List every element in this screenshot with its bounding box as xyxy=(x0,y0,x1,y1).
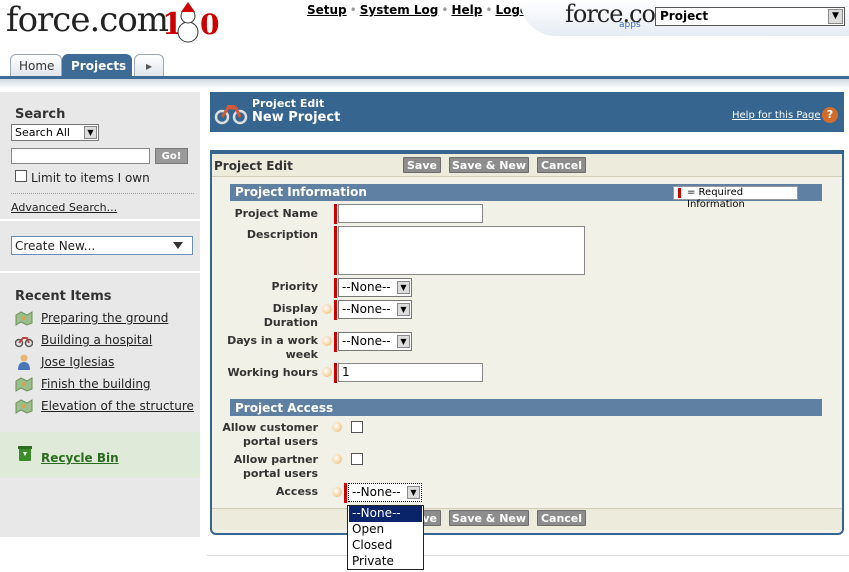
divider xyxy=(11,193,194,194)
tab-projects[interactable]: Projects xyxy=(62,54,132,77)
required-marker xyxy=(334,300,337,320)
help-link[interactable]: Help xyxy=(451,3,482,17)
motorcycle-icon xyxy=(214,105,248,125)
recent-items-title: Recent Items xyxy=(15,289,112,304)
working-hours-label: Working hours xyxy=(227,366,318,379)
chevron-down-icon: ▼ xyxy=(84,126,97,139)
help-hint-icon[interactable] xyxy=(322,304,332,314)
top-links: Setup • System Log • Help • Logout xyxy=(307,3,543,17)
save-new-button[interactable]: Save & New xyxy=(449,157,529,173)
svg-text:0: 0 xyxy=(200,8,219,41)
help-icon[interactable]: ? xyxy=(822,107,838,123)
required-marker xyxy=(334,226,337,275)
dropdown-option[interactable]: Closed xyxy=(349,538,422,554)
go-button[interactable]: Go! xyxy=(155,148,188,164)
system-log-link[interactable]: System Log xyxy=(360,3,439,17)
help-hint-icon[interactable] xyxy=(332,487,342,497)
required-legend: = Required Information xyxy=(673,186,798,210)
limit-items-checkbox[interactable] xyxy=(15,170,27,182)
chevron-down-icon: ▼ xyxy=(828,9,843,24)
allow-customer-checkbox[interactable] xyxy=(351,421,363,433)
required-marker xyxy=(334,332,337,352)
app-selector[interactable]: Project ▼ xyxy=(655,7,845,26)
required-marker xyxy=(334,363,337,383)
allow-partner-checkbox[interactable] xyxy=(351,453,363,465)
map-icon xyxy=(15,399,33,414)
days-in-week-label: Days in a work week xyxy=(227,334,318,361)
setup-link[interactable]: Setup xyxy=(307,3,347,17)
help-hint-icon[interactable] xyxy=(322,336,332,346)
chevron-down-icon: ▼ xyxy=(397,335,410,348)
motorcycle-icon xyxy=(15,337,33,348)
access-dropdown-list: --None-- Open Closed Private xyxy=(347,505,424,570)
search-input[interactable] xyxy=(11,148,150,164)
dropdown-option[interactable]: Open xyxy=(349,522,422,538)
display-duration-select[interactable]: --None-- ▼ xyxy=(338,300,412,319)
divider xyxy=(0,271,200,273)
project-name-label: Project Name xyxy=(234,207,318,220)
required-marker xyxy=(334,204,337,224)
tab-more-arrow[interactable]: ▸ xyxy=(134,54,164,77)
dropdown-arrow-icon xyxy=(173,242,183,249)
days-in-week-select[interactable]: --None-- ▼ xyxy=(338,332,412,351)
required-marker xyxy=(334,278,337,298)
search-title: Search xyxy=(15,107,66,122)
access-label: Access xyxy=(275,485,318,498)
cancel-button[interactable]: Cancel xyxy=(537,510,586,526)
person-icon xyxy=(18,354,30,370)
description-label: Description xyxy=(246,228,318,241)
create-new-select[interactable]: Create New... xyxy=(11,236,193,255)
working-hours-input[interactable]: 1 xyxy=(338,363,483,382)
map-icon xyxy=(15,377,33,392)
required-marker xyxy=(344,483,347,503)
priority-select[interactable]: --None-- ▼ xyxy=(338,278,412,297)
save-new-button[interactable]: Save & New xyxy=(449,510,529,526)
map-icon xyxy=(15,311,33,326)
anniversary-snowman-logo: 1 0 xyxy=(162,2,219,43)
header-shadow xyxy=(0,79,849,89)
section-title: Project Information xyxy=(235,185,367,199)
chevron-down-icon: ▼ xyxy=(397,303,410,316)
priority-label: Priority xyxy=(271,280,318,293)
recycle-bin-icon xyxy=(18,446,32,461)
help-for-page-link[interactable]: Help for this Page xyxy=(732,110,821,121)
help-hint-icon[interactable] xyxy=(332,422,342,432)
help-hint-icon[interactable] xyxy=(332,454,342,464)
access-select[interactable]: --None-- ▼ xyxy=(348,483,422,502)
force-logo[interactable]: force.com xyxy=(6,0,169,40)
divider xyxy=(0,219,200,221)
recycle-bin-link[interactable]: Recycle Bin xyxy=(41,451,119,465)
required-marker xyxy=(678,188,681,198)
footer-divider xyxy=(207,555,849,556)
allow-customer-label: Allow customer portal users xyxy=(222,421,318,448)
apps-label: apps xyxy=(619,20,641,30)
save-button[interactable]: Save xyxy=(403,157,441,173)
limit-items-label: Limit to items I own xyxy=(31,171,150,185)
allow-partner-label: Allow partner portal users xyxy=(233,453,318,480)
dropdown-option[interactable]: --None-- xyxy=(349,506,422,522)
page-title: New Project xyxy=(252,110,341,125)
description-textarea[interactable] xyxy=(338,226,585,275)
cancel-button[interactable]: Cancel xyxy=(537,157,586,173)
dropdown-option[interactable]: Private xyxy=(349,554,422,570)
advanced-search-link[interactable]: Advanced Search... xyxy=(11,201,117,214)
help-hint-icon[interactable] xyxy=(322,367,332,377)
form-title: Project Edit xyxy=(214,159,293,173)
tab-home[interactable]: Home xyxy=(10,54,62,77)
display-duration-label: Display Duration xyxy=(263,302,318,329)
chevron-down-icon: ▼ xyxy=(397,281,410,294)
search-scope-select[interactable]: Search All ▼ xyxy=(11,124,99,141)
section-title: Project Access xyxy=(235,401,334,415)
page-type: Project Edit xyxy=(252,97,325,110)
project-name-input[interactable] xyxy=(338,204,483,223)
chevron-down-icon: ▼ xyxy=(407,486,420,499)
